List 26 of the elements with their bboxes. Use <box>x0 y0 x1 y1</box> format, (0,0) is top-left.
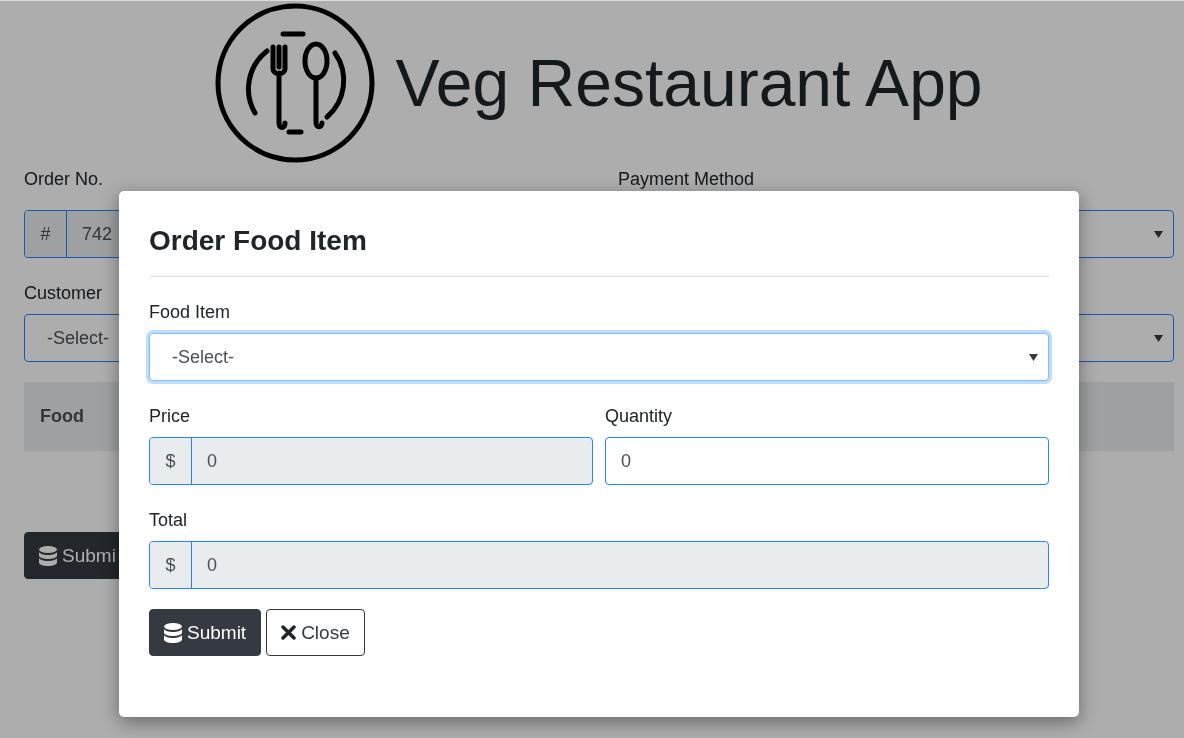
currency-prefix: $ <box>150 438 192 484</box>
close-button[interactable]: Close <box>266 609 365 656</box>
caret-icon <box>1154 334 1163 342</box>
app-title: Veg Restaurant App <box>395 45 983 121</box>
price-field[interactable]: $ 0 <box>149 437 593 485</box>
dialog-title: Order Food Item <box>149 224 367 258</box>
column-header: Food <box>40 406 84 427</box>
hash-prefix: # <box>25 211 67 257</box>
total-field[interactable]: $ 0 <box>149 541 1049 589</box>
close-icon <box>281 625 297 640</box>
caret-icon <box>1029 353 1038 361</box>
quantity-field[interactable]: 0 <box>605 437 1049 485</box>
database-icon <box>164 622 182 643</box>
caret-icon <box>1154 230 1163 238</box>
fork-and-spoon-logo-icon <box>215 3 376 163</box>
submit-button[interactable]: Submit <box>149 609 262 656</box>
field-label: Order No. <box>24 170 105 188</box>
field-label: Price <box>149 405 191 427</box>
field-label: Food Item <box>149 301 232 323</box>
field-label: Total <box>149 509 189 531</box>
field-label: Customer <box>24 282 104 304</box>
food-item-select[interactable]: -Select- <box>149 333 1049 381</box>
currency-prefix: $ <box>150 542 192 588</box>
field-label: Quantity <box>605 405 674 427</box>
database-icon <box>39 545 57 566</box>
field-label: Payment Method <box>618 170 756 188</box>
